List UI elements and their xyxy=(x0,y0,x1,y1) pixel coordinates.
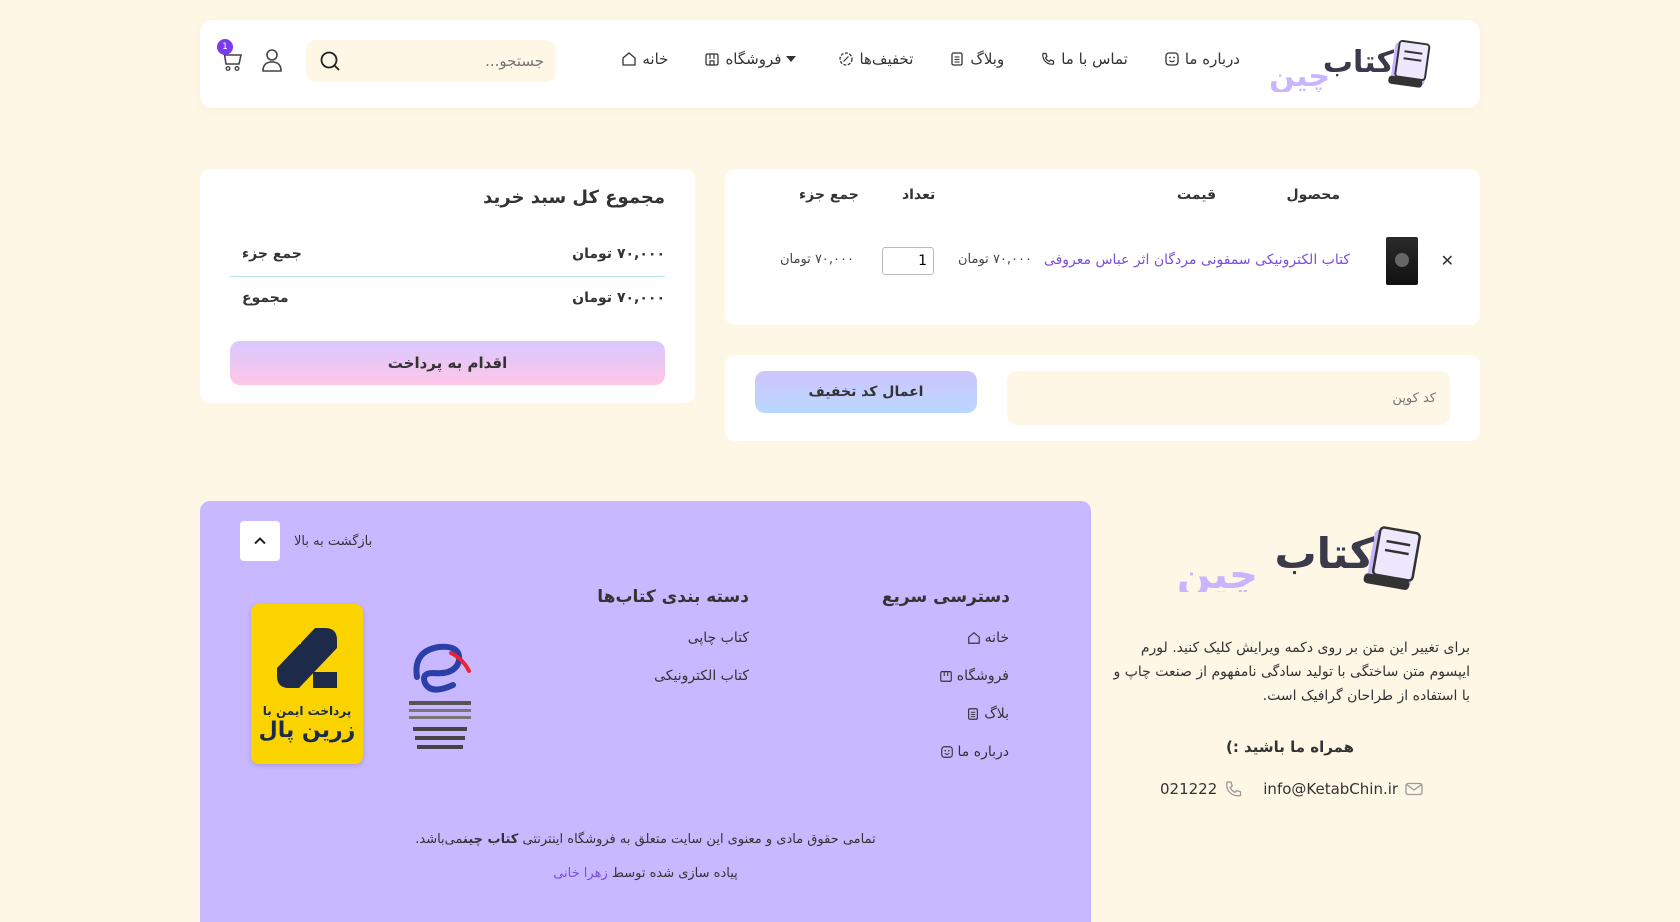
product-subtotal: ۷۰,۰۰۰ تومان xyxy=(780,252,854,267)
totals-divider xyxy=(230,276,665,277)
svg-text:چین: چین xyxy=(1270,59,1330,92)
subtotal-value: ۷۰,۰۰۰ تومان xyxy=(572,246,665,262)
footer-category-ebook[interactable]: کتاب الکترونیکی xyxy=(654,668,749,684)
phone-number: 021222 xyxy=(1160,780,1218,798)
developer-link[interactable]: زهرا خانی xyxy=(553,866,608,881)
categories-title: دسته بندی کتاب‌ها xyxy=(597,587,749,607)
search-input[interactable] xyxy=(342,52,544,70)
col-header-price: قیمت xyxy=(1177,187,1217,203)
cart-table: محصول قیمت تعداد جمع جزء ✕ کتاب الکترونی… xyxy=(725,169,1480,325)
user-icon[interactable] xyxy=(260,47,284,73)
remove-item-icon[interactable]: ✕ xyxy=(1441,251,1454,270)
apply-coupon-button[interactable]: اعمال کد تخفیف xyxy=(755,371,977,413)
footer-link-blog[interactable]: بلاگ xyxy=(966,706,1009,722)
product-price: ۷۰,۰۰۰ تومان xyxy=(958,252,1032,267)
cart-count-badge: 1 xyxy=(217,39,233,55)
cart-totals-panel: مجموع کل سبد خرید جمع جزء ۷۰,۰۰۰ تومان م… xyxy=(200,169,695,403)
zarinpal-name: زرین پال xyxy=(258,718,356,743)
site-footer: بازگشت به بالا دسترسی سریع خانه فروشگاه … xyxy=(200,501,1091,922)
smile-icon xyxy=(1165,52,1179,66)
product-thumbnail[interactable] xyxy=(1386,237,1418,285)
phone-icon xyxy=(1226,781,1242,797)
chevron-up-icon xyxy=(254,537,266,545)
logo-graphic: کتاب چین xyxy=(1269,39,1431,94)
blog-icon xyxy=(968,708,979,720)
zarinpal-badge[interactable]: پرداخت ایمن با زرین پال xyxy=(251,604,363,764)
home-icon xyxy=(622,52,637,66)
zarinpal-logo-icon xyxy=(277,628,337,688)
total-value: ۷۰,۰۰۰ تومان xyxy=(572,290,665,306)
checkout-button[interactable]: اقدام به پرداخت xyxy=(230,341,665,385)
search-icon[interactable] xyxy=(318,49,342,73)
nav-shop[interactable]: فروشگاه xyxy=(704,50,802,68)
email-address: info@KetabChin.ir xyxy=(1263,780,1399,798)
site-header: کتاب چین خانه فروشگاه تخفیف‌ها وبلاگ تما… xyxy=(200,20,1480,108)
enamad-badge[interactable] xyxy=(403,639,477,759)
nav-blog[interactable]: وبلاگ xyxy=(949,50,1004,68)
cart-totals-title: مجموع کل سبد خرید xyxy=(483,187,665,208)
footer-link-home[interactable]: خانه xyxy=(967,630,1009,646)
svg-text:چین: چین xyxy=(1177,552,1258,592)
footer-link-shop[interactable]: فروشگاه xyxy=(939,668,1009,684)
copyright-text: تمامی حقوق مادی و معنوی این سایت متعلق ب… xyxy=(415,832,876,847)
back-to-top: بازگشت به بالا xyxy=(240,521,372,561)
coupon-input[interactable] xyxy=(1007,371,1450,425)
nav-home[interactable]: خانه xyxy=(621,50,668,68)
nav-contact[interactable]: تماس با ما xyxy=(1040,50,1128,68)
col-header-product: محصول xyxy=(1286,187,1340,203)
email-contact[interactable]: info@KetabChin.ir xyxy=(1263,779,1424,799)
footer-description: برای تغییر این متن بر روی دکمه ویرایش کل… xyxy=(1113,640,1470,704)
discount-icon xyxy=(839,52,854,66)
main-nav: خانه فروشگاه تخفیف‌ها وبلاگ تماس با ما د… xyxy=(621,50,1240,68)
svg-text:کتاب: کتاب xyxy=(1274,529,1374,578)
footer-category-print[interactable]: کتاب چاپی xyxy=(688,630,749,646)
search-box xyxy=(306,40,556,82)
back-to-top-label: بازگشت به بالا xyxy=(294,533,373,549)
col-header-qty: تعداد xyxy=(902,187,936,203)
totals-total-row: مجموع ۷۰,۰۰۰ تومان xyxy=(230,290,665,306)
nav-about[interactable]: درباره ما xyxy=(1164,50,1240,68)
phone-icon xyxy=(1042,52,1055,65)
mail-icon xyxy=(1405,782,1423,796)
totals-subtotal-row: جمع جزء ۷۰,۰۰۰ تومان xyxy=(230,246,665,262)
quick-access-title: دسترسی سریع xyxy=(881,587,1010,607)
footer-logo-graphic: کتاب چین xyxy=(1177,526,1421,598)
built-by-text: پیاده سازی شده توسط زهرا خانی xyxy=(553,866,738,881)
total-label: مجموع xyxy=(242,290,289,306)
follow-us-text: همراه ما باشید :) xyxy=(1225,738,1355,756)
shop-icon xyxy=(939,671,952,682)
phone-contact[interactable]: 021222 xyxy=(1160,779,1243,799)
smile-icon xyxy=(940,746,953,758)
shop-icon xyxy=(705,53,720,66)
nav-discounts[interactable]: تخفیف‌ها xyxy=(838,50,913,68)
svg-text:کتاب: کتاب xyxy=(1323,45,1395,80)
footer-contacts: 021222 info@KetabChin.ir xyxy=(1160,779,1424,799)
footer-link-about[interactable]: درباره ما xyxy=(940,744,1009,760)
quantity-input[interactable] xyxy=(882,247,934,275)
footer-logo[interactable]: کتاب چین xyxy=(1160,522,1430,598)
blog-icon xyxy=(951,52,964,66)
back-to-top-button[interactable] xyxy=(240,521,280,561)
site-logo[interactable]: کتاب چین xyxy=(1269,36,1446,94)
home-icon xyxy=(967,632,980,644)
zarinpal-title: پرداخت ایمن با xyxy=(262,704,352,718)
coupon-panel: اعمال کد تخفیف xyxy=(725,355,1480,441)
col-header-subtotal: جمع جزء xyxy=(799,187,859,203)
subtotal-label: جمع جزء xyxy=(242,246,302,262)
product-link[interactable]: کتاب الکترونیکی سمفونی مردگان اثر عباس م… xyxy=(1044,252,1350,268)
chevron-down-icon xyxy=(786,56,797,62)
enamad-logo-icon xyxy=(409,643,471,749)
